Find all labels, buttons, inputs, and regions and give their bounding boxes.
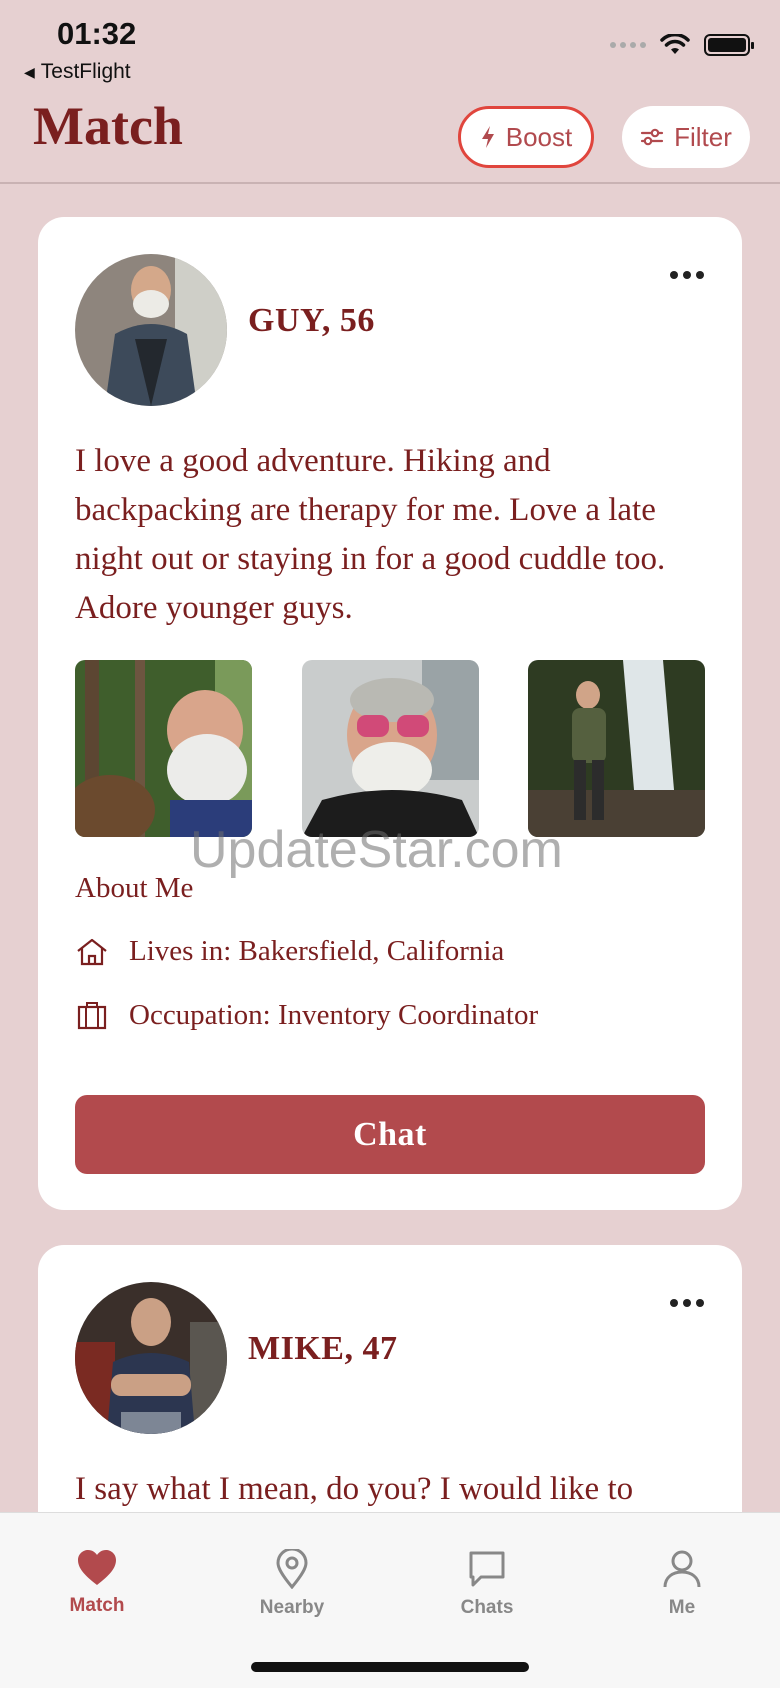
status-icons: [610, 34, 754, 56]
photo-forest-selfie: [75, 660, 252, 837]
tab-label: Match: [69, 1595, 125, 1616]
avatar[interactable]: [75, 1282, 227, 1434]
filter-button[interactable]: Filter: [622, 106, 750, 168]
lives-in-text: Lives in: Bakersfield, California: [129, 935, 505, 967]
about-me-heading: About Me: [75, 872, 194, 904]
tab-chats[interactable]: Chats: [427, 1549, 547, 1619]
boost-label: Boost: [505, 121, 573, 152]
back-triangle-icon: ◀: [24, 63, 35, 80]
heart-icon: [78, 1550, 116, 1585]
lightning-icon: [481, 126, 494, 148]
status-time: 01:32: [57, 16, 137, 51]
boost-button[interactable]: Boost: [458, 106, 594, 168]
cellular-signal-icon: [610, 42, 646, 48]
profile-name-age: GUY, 56: [248, 302, 375, 339]
back-app-label: TestFlight: [40, 60, 131, 83]
chat-bubble-icon: [469, 1551, 505, 1587]
header: Match Boost Filter: [0, 90, 780, 184]
tab-match[interactable]: Match: [37, 1549, 157, 1617]
back-to-app-link[interactable]: ◀ TestFlight: [24, 60, 131, 84]
sliders-icon: [641, 128, 664, 146]
wifi-icon: [660, 34, 690, 54]
avatar-photo: [75, 1282, 227, 1434]
avatar-photo: [75, 254, 227, 406]
page-title: Match: [33, 96, 183, 156]
filter-label: Filter: [674, 121, 732, 152]
occupation-row: Occupation: Inventory Coordinator: [75, 999, 538, 1032]
profile-bio: I say what I mean, do you? I would like …: [75, 1471, 634, 1507]
occupation-text: Occupation: Inventory Coordinator: [129, 999, 539, 1031]
more-options-icon[interactable]: [670, 1299, 704, 1307]
location-pin-icon: [276, 1549, 308, 1589]
chat-button[interactable]: Chat: [75, 1095, 705, 1174]
more-options-icon[interactable]: [670, 271, 704, 279]
avatar[interactable]: [75, 254, 227, 406]
tab-label: Nearby: [259, 1597, 325, 1618]
profile-name-age: MIKE, 47: [248, 1330, 398, 1367]
home-indicator: [251, 1662, 529, 1672]
profile-photo-3[interactable]: [528, 660, 705, 837]
photo-waterfall-hike: [528, 660, 705, 837]
profile-photo-2[interactable]: [302, 660, 479, 837]
tab-label: Me: [668, 1597, 696, 1618]
profile-card: GUY, 56 I love a good adventure. Hiking …: [38, 217, 742, 1210]
lives-in-row: Lives in: Bakersfield, California: [75, 935, 504, 968]
tab-me[interactable]: Me: [622, 1549, 742, 1619]
profile-bio: I love a good adventure. Hiking and back…: [75, 443, 666, 626]
photo-sunglasses: [302, 660, 479, 837]
battery-icon: [704, 34, 754, 56]
person-icon: [663, 1550, 701, 1588]
briefcase-icon: [77, 1001, 107, 1029]
tab-nearby[interactable]: Nearby: [232, 1549, 352, 1619]
profile-photo-1[interactable]: [75, 660, 252, 837]
tab-label: Chats: [460, 1597, 514, 1618]
status-bar: 01:32 ◀ TestFlight: [0, 0, 780, 90]
home-icon: [77, 938, 107, 965]
